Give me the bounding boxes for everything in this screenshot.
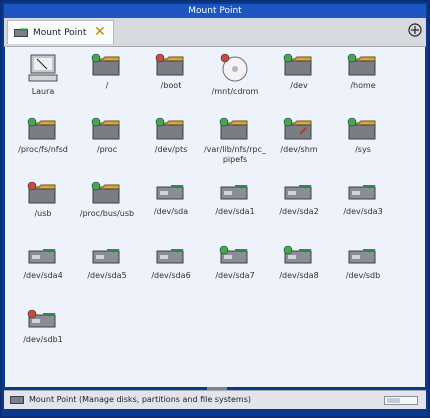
folder-icon [27,181,56,204]
mount-item[interactable]: /home [331,53,395,91]
close-tab-icon[interactable]: ✕ [94,25,106,39]
mount-item[interactable]: /dev/sdb [331,245,395,281]
status-bar: Mount Point (Manage disks, partitions an… [4,390,426,409]
mount-item-label: /dev/sda1 [215,207,255,216]
folder-icon [91,181,120,204]
drive-icon [156,185,184,200]
drive-icon [220,185,248,200]
folder-icon [219,117,248,140]
mount-item[interactable]: /mnt/cdrom [203,53,267,97]
mount-item-label: /dev/shm [280,145,318,154]
mount-item-label: /var/lib/nfs/rpc_pipefs [203,145,267,164]
add-tab-icon[interactable] [408,23,422,37]
mount-item[interactable]: /dev/sda6 [139,245,203,281]
mount-item-label: /dev/sdb [345,271,381,280]
mount-item-label: /dev/pts [154,145,188,154]
folder-icon [347,53,376,76]
mount-item-label: /usb [34,209,52,218]
mount-point-window: Mount Point Mount Point ✕ Laura / /boot/mn… [0,0,430,418]
mount-item-label: /sys [355,145,371,154]
mount-item[interactable]: /dev/sda8 [267,245,331,281]
mount-item-label: /dev/sda7 [215,271,255,280]
drive-icon [284,185,312,200]
drive-icon [10,396,24,404]
mount-item[interactable]: /dev/pts [139,117,203,155]
drive-icon [27,309,56,328]
mount-item-label: /dev/sda2 [279,207,319,216]
mount-item[interactable]: /boot [139,53,203,91]
mount-item-label: /dev/sda5 [87,271,127,280]
mount-item-label: /mnt/cdrom [211,87,259,96]
mount-item[interactable]: /usb [11,181,75,219]
mount-item[interactable]: /dev/sda3 [331,181,395,217]
drive-icon [219,245,248,264]
drive-icon [348,185,376,200]
mount-item-label: /proc/bus/usb [79,209,135,218]
scroll-thumb[interactable] [387,398,400,403]
mount-item[interactable]: /dev/sda1 [203,181,267,217]
cdrom-icon [220,53,248,82]
drive-icon [348,249,376,264]
mount-item-label: /dev/sda4 [23,271,63,280]
mount-item[interactable]: /dev/sda4 [11,245,75,281]
mount-item-label: /home [350,81,376,90]
tab-mount-point[interactable]: Mount Point ✕ [7,20,114,44]
mount-item-label: / [105,81,109,90]
mount-point-grid: Laura / /boot/mnt/cdrom/dev/home/proc/fs/n… [5,47,425,387]
folder-icon [283,53,312,76]
mount-item-label: /dev/sda [153,207,189,216]
mount-item[interactable]: /proc/bus/usb [75,181,139,219]
folder-icon [27,117,56,140]
mount-item-label: /dev/sda8 [279,271,319,280]
mount-item[interactable]: /dev [267,53,331,91]
mount-item[interactable]: / [75,53,139,91]
mount-item[interactable]: /var/lib/nfs/rpc_pipefs [203,117,267,165]
mount-item[interactable]: /dev/sda5 [75,245,139,281]
folder-icon [283,117,312,140]
status-text: Mount Point (Manage disks, partitions an… [29,395,252,404]
mount-item-label: /proc [96,145,118,154]
mount-item[interactable]: /dev/sda2 [267,181,331,217]
mount-item-label: Laura [31,87,55,96]
drive-icon [92,249,120,264]
window-title: Mount Point [188,6,242,16]
mount-item-label: /dev [290,81,308,90]
mount-item-label: /boot [160,81,182,90]
drive-icon [156,249,184,264]
drive-icon [283,245,312,264]
mount-item[interactable]: /dev/sda7 [203,245,267,281]
folder-icon [91,53,120,76]
tab-bar: Mount Point ✕ [4,18,426,47]
mount-item-label: /dev/sda3 [343,207,383,216]
computer-icon [28,54,58,82]
mount-item-label: /proc/fs/nfsd [18,145,68,154]
folder-icon [347,117,376,140]
mount-item-label: /dev/sda6 [151,271,191,280]
mount-item-label: /dev/sdb1 [23,335,63,344]
mount-item[interactable]: /dev/shm [267,117,331,155]
mount-item[interactable]: /dev/sdb1 [11,309,75,345]
tab-label: Mount Point [33,28,87,38]
drive-icon [14,28,28,37]
mount-item[interactable]: /proc [75,117,139,155]
mount-item[interactable]: /proc/fs/nfsd [11,117,75,155]
mount-item[interactable]: Laura [11,53,75,97]
folder-icon [155,117,184,140]
folder-icon [91,117,120,140]
window-titlebar[interactable]: Mount Point [4,4,426,18]
mount-item[interactable]: /sys [331,117,395,155]
mount-item[interactable]: /dev/sda [139,181,203,217]
folder-icon [155,53,184,76]
drive-icon [28,249,56,264]
status-scrollbar[interactable] [384,396,418,405]
